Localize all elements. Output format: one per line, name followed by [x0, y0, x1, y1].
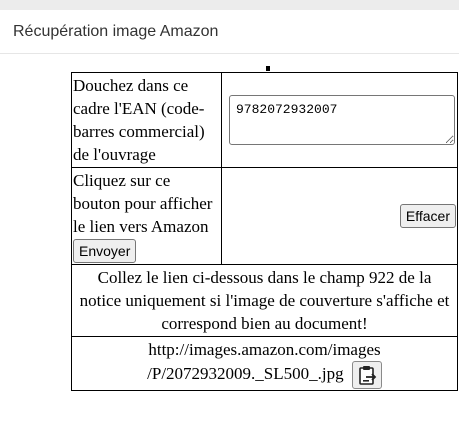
amazon-link-line2[interactable]: /P/2072932009._SL500_.jpg — [147, 364, 343, 383]
ean-input[interactable] — [229, 95, 455, 145]
ean-input-cell — [221, 72, 458, 168]
clear-cell: Effacer — [221, 167, 458, 265]
window-top-strip — [0, 0, 459, 10]
link-row: http://images.amazon.com/images /P/20729… — [71, 336, 458, 391]
send-cell: Cliquez sur ce bouton pour afficher le l… — [71, 167, 222, 265]
instructions-text: Collez le lien ci-dessous dans le champ … — [71, 264, 458, 337]
link-cell: http://images.amazon.com/images /P/20729… — [71, 336, 458, 391]
clear-button[interactable]: Effacer — [399, 204, 456, 228]
amazon-link-line1[interactable]: http://images.amazon.com/images — [73, 338, 456, 361]
cursor-mark — [266, 66, 270, 71]
ean-row: Douchez dans ce cadre l'EAN (code-barres… — [71, 72, 458, 168]
clipboard-copy-icon[interactable] — [351, 361, 382, 389]
dialog-header: Récupération image Amazon — [0, 10, 459, 54]
amazon-image-form: Douchez dans ce cadre l'EAN (code-barres… — [71, 72, 458, 391]
dialog-title: Récupération image Amazon — [13, 23, 219, 40]
send-label: Cliquez sur ce bouton pour afficher le l… — [73, 171, 213, 236]
instructions-row: Collez le lien ci-dessous dans le champ … — [71, 264, 458, 337]
send-button[interactable]: Envoyer — [73, 239, 137, 263]
send-row: Cliquez sur ce bouton pour afficher le l… — [71, 167, 458, 265]
ean-label: Douchez dans ce cadre l'EAN (code-barres… — [71, 72, 222, 168]
